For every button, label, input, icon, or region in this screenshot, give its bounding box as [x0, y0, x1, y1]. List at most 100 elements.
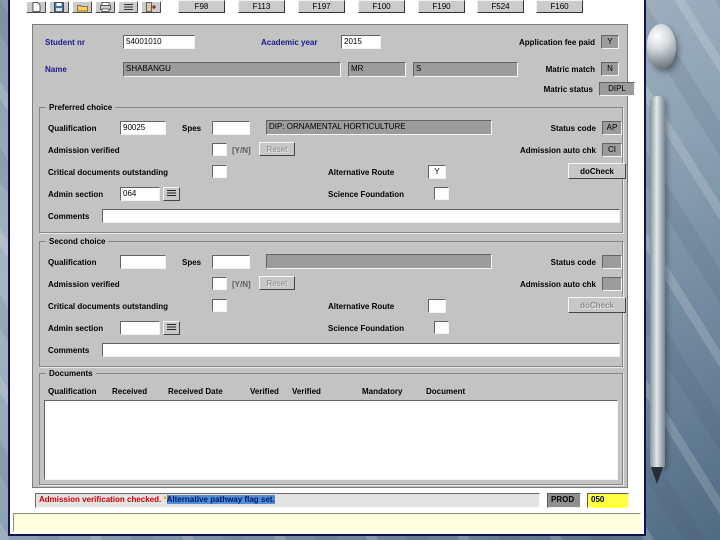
admission-verified-field[interactable]	[212, 143, 227, 156]
documents-legend: Documents	[46, 369, 96, 378]
desktop-background: F98 F113 F197 F100 F190 F524 F160 Studen…	[0, 0, 720, 540]
admission-verified-field[interactable]	[212, 277, 227, 290]
comments-label: Comments	[48, 212, 90, 221]
documents-header-document: Document	[426, 387, 466, 396]
yn-hint: [Y/N]	[232, 146, 251, 155]
alternative-route-field[interactable]	[428, 299, 446, 313]
admin-section-label: Admin section	[48, 190, 104, 199]
spec-field[interactable]	[212, 121, 250, 135]
pushpin-graphic	[647, 24, 676, 68]
critical-docs-field[interactable]	[212, 299, 227, 312]
documents-group: Documents Qualification Received Receive…	[39, 369, 623, 485]
admission-auto-chk-label: Admission auto chk	[519, 280, 596, 289]
student-nr-label: Student nr	[45, 38, 85, 47]
title-field: MR	[348, 62, 406, 77]
function-button-f113[interactable]: F113	[238, 0, 285, 13]
academic-year-label: Academic year	[261, 38, 318, 47]
exit-icon	[146, 2, 156, 12]
documents-header-mandatory: Mandatory	[362, 387, 403, 396]
reset-button[interactable]: Reset	[259, 142, 295, 156]
exit-button[interactable]	[141, 1, 161, 13]
hint-message-strip	[13, 513, 641, 532]
documents-header-received: Received	[112, 387, 148, 396]
alternative-route-label: Alternative Route	[328, 168, 395, 177]
status-message-checked: Admission verification checked.	[39, 495, 162, 504]
preferred-choice-legend: Preferred choice	[46, 103, 116, 112]
pencil-graphic	[650, 96, 665, 484]
yn-hint: [Y/N]	[232, 280, 251, 289]
function-button-f190[interactable]: F190	[418, 0, 465, 13]
matric-status-field: DIPL	[599, 82, 635, 96]
alternative-route-label: Alternative Route	[328, 302, 395, 311]
admission-verified-label: Admission verified	[48, 146, 120, 155]
form-code-field: 050	[587, 493, 629, 508]
documents-list-area[interactable]	[44, 400, 618, 480]
critical-docs-label: Critical documents outstanding	[48, 302, 169, 311]
save-icon	[54, 2, 64, 12]
docheck-button[interactable]: doCheck	[568, 297, 626, 313]
save-button[interactable]	[49, 1, 69, 13]
list-icon	[123, 3, 133, 11]
status-code-label: Status code	[550, 258, 596, 267]
new-document-button[interactable]	[26, 1, 46, 13]
function-button-f524[interactable]: F524	[477, 0, 524, 13]
new-document-icon	[32, 2, 40, 12]
print-button[interactable]	[95, 1, 115, 13]
admin-section-label: Admin section	[48, 324, 104, 333]
documents-header-verified-2: Verified	[292, 387, 321, 396]
application-fee-label: Application fee paid	[518, 38, 595, 47]
qualification-field[interactable]	[120, 255, 166, 269]
qualification-field[interactable]: 90025	[120, 121, 166, 135]
reset-button[interactable]: Reset	[259, 276, 295, 290]
admission-auto-chk-field: CI	[602, 143, 622, 157]
function-button-f160[interactable]: F160	[536, 0, 583, 13]
admission-auto-chk-field	[602, 277, 622, 291]
status-message-bar: Admission verification checked. *Alterna…	[35, 493, 540, 508]
preferred-choice-group: Preferred choice Qualification 90025 Spe…	[39, 103, 626, 233]
qualification-description-field: DIP: ORNAMENTAL HORTICULTURE	[266, 120, 492, 135]
open-folder-button[interactable]	[72, 1, 92, 13]
form-panel: Student nr 54001010 Academic year 2015 A…	[32, 24, 635, 488]
science-foundation-field[interactable]	[434, 187, 449, 200]
documents-header-verified-1: Verified	[250, 387, 279, 396]
admin-section-lookup-button[interactable]	[163, 187, 180, 201]
status-message-flag: Alternative pathway flag set.	[166, 495, 275, 504]
qualification-label: Qualification	[48, 258, 97, 267]
matric-status-label: Matric status	[543, 85, 593, 94]
matric-match-field: N	[601, 62, 619, 76]
admin-section-lookup-button[interactable]	[163, 321, 180, 335]
science-foundation-label: Science Foundation	[328, 324, 405, 333]
status-code-label: Status code	[550, 124, 596, 133]
list-button[interactable]	[118, 1, 138, 13]
open-folder-icon	[76, 4, 88, 11]
admin-section-field[interactable]	[120, 321, 160, 335]
lookup-list-icon	[167, 323, 176, 330]
qualification-description-field	[266, 254, 492, 269]
application-fee-field: Y	[601, 35, 619, 49]
student-nr-field[interactable]: 54001010	[123, 35, 195, 49]
function-button-f100[interactable]: F100	[358, 0, 405, 13]
function-button-f98[interactable]: F98	[178, 0, 225, 13]
second-choice-legend: Second choice	[46, 237, 109, 246]
critical-docs-field[interactable]	[212, 165, 227, 178]
spec-label: Spes	[182, 124, 202, 133]
spec-label: Spes	[182, 258, 202, 267]
qualification-label: Qualification	[48, 124, 97, 133]
science-foundation-field[interactable]	[434, 321, 449, 334]
academic-year-field[interactable]: 2015	[341, 35, 381, 49]
name-label: Name	[45, 65, 67, 74]
admin-section-field[interactable]: 064	[120, 187, 160, 201]
status-code-field	[602, 255, 622, 269]
docheck-button[interactable]: doCheck	[568, 163, 626, 179]
comments-field[interactable]	[102, 209, 620, 223]
critical-docs-label: Critical documents outstanding	[48, 168, 169, 177]
admission-auto-chk-label: Admission auto chk	[519, 146, 596, 155]
alternative-route-field[interactable]: Y	[428, 165, 446, 179]
lookup-list-icon	[167, 189, 176, 196]
admission-verified-label: Admission verified	[48, 280, 120, 289]
surname-field: SHABANGU	[123, 62, 341, 77]
function-button-f197[interactable]: F197	[298, 0, 345, 13]
science-foundation-label: Science Foundation	[328, 190, 405, 199]
spec-field[interactable]	[212, 255, 250, 269]
comments-field[interactable]	[102, 343, 620, 357]
